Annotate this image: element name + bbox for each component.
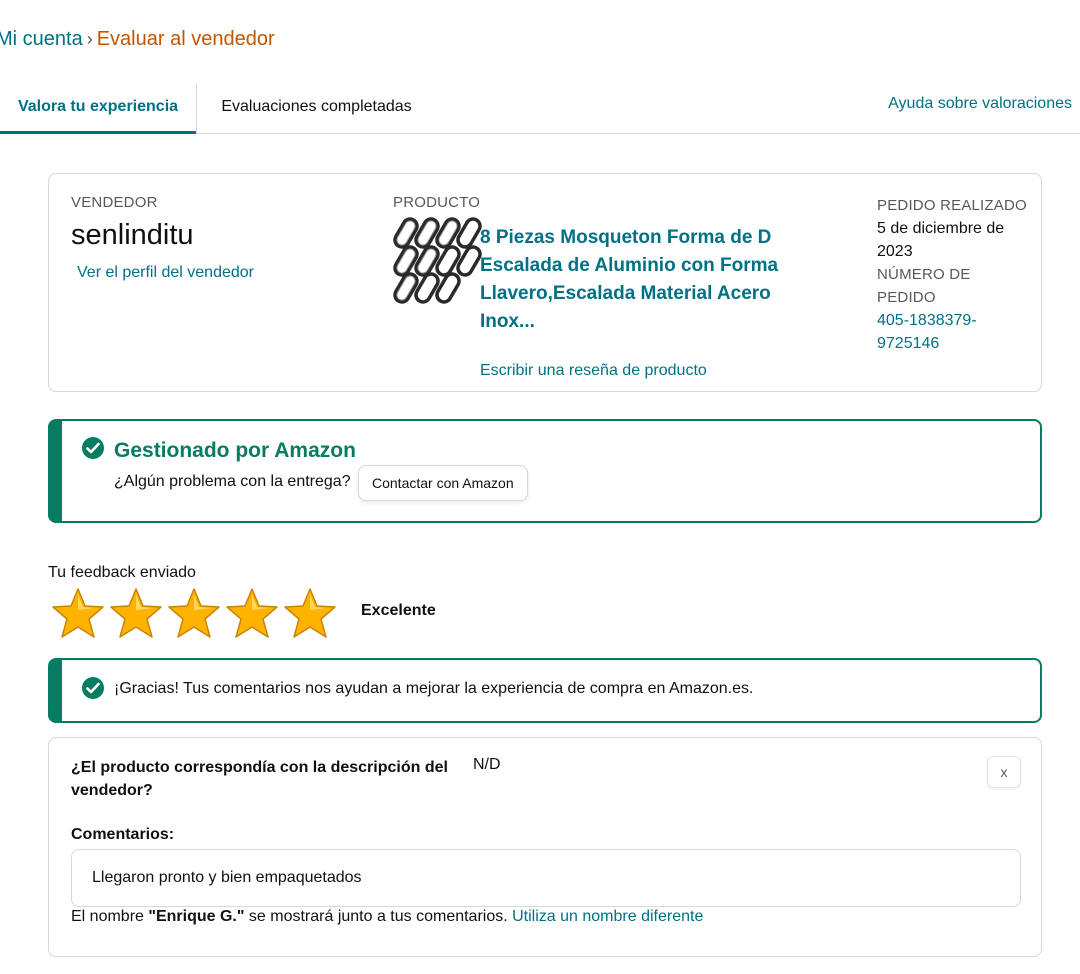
- name-note-prefix: El nombre: [71, 908, 149, 925]
- order-info-card: VENDEDOR senlinditu Ver el perfil del ve…: [48, 173, 1042, 392]
- product-title-link[interactable]: 8 Piezas Mosqueton Forma de D Escalada d…: [480, 224, 810, 336]
- feedback-sent-label: Tu feedback enviado: [48, 564, 196, 581]
- star-icon[interactable]: [282, 586, 338, 642]
- description-match-question: ¿El producto correspondía con la descrip…: [71, 759, 448, 799]
- fulfillment-title: Gestionado por Amazon: [114, 439, 356, 462]
- breadcrumb-separator: ›: [86, 29, 93, 49]
- description-match-answer: N/D: [473, 756, 501, 773]
- tab-bar: Valora tu experiencia Evaluaciones compl…: [0, 84, 1080, 134]
- comment-card: ¿El producto correspondía con la descrip…: [48, 737, 1042, 957]
- name-note-suffix: se mostrará junto a tus comentarios.: [244, 908, 513, 925]
- thanks-message: ¡Gracias! Tus comentarios nos ayudan a m…: [114, 680, 754, 697]
- check-circle-icon: [82, 677, 104, 699]
- seller-label: VENDEDOR: [71, 194, 158, 211]
- star-rating[interactable]: [50, 586, 350, 642]
- check-circle-icon: [82, 437, 104, 459]
- comments-field[interactable]: Llegaron pronto y bien empaquetados: [71, 849, 1021, 907]
- star-icon[interactable]: [50, 586, 106, 642]
- carabiner-image[interactable]: [393, 216, 485, 306]
- breadcrumb: Mi cuenta › Evaluar al vendedor: [0, 28, 275, 51]
- delivery-problem-question: ¿Algún problema con la entrega?: [114, 473, 351, 490]
- star-icon[interactable]: [166, 586, 222, 642]
- close-button[interactable]: x: [987, 756, 1021, 788]
- seller-name: senlinditu: [71, 219, 194, 251]
- star-icon[interactable]: [108, 586, 164, 642]
- tab-completed-reviews[interactable]: Evaluaciones completadas: [196, 84, 436, 134]
- order-placed-label: PEDIDO REALIZADO: [877, 197, 1027, 214]
- display-name-note: El nombre "Enrique G." se mostrará junto…: [71, 908, 703, 926]
- order-placed-date: 5 de diciembre de 2023: [877, 220, 1005, 260]
- tab-rate-experience[interactable]: Valora tu experiencia: [0, 84, 196, 134]
- seller-section: VENDEDOR senlinditu Ver el perfil del ve…: [71, 194, 254, 282]
- thanks-alert: ¡Gracias! Tus comentarios nos ayudan a m…: [48, 658, 1042, 723]
- product-section: PRODUCTO 8 Piezas Mosqueton Forma de D E…: [393, 194, 813, 379]
- fulfilled-by-amazon-alert: Gestionado por Amazon ¿Algún problema co…: [48, 419, 1042, 523]
- display-name: "Enrique G.": [148, 908, 245, 925]
- write-product-review-link[interactable]: Escribir una reseña de producto: [480, 362, 707, 380]
- breadcrumb-current-page: Evaluar al vendedor: [96, 28, 275, 50]
- ratings-help-link[interactable]: Ayuda sobre valoraciones: [888, 84, 1072, 124]
- product-label: PRODUCTO: [393, 194, 481, 211]
- order-section: PEDIDO REALIZADO 5 de diciembre de 2023 …: [877, 194, 1027, 355]
- comments-label: Comentarios:: [71, 826, 175, 843]
- order-number-link[interactable]: 405-1838379-9725146: [877, 309, 1027, 355]
- order-number-label: NÚMERO DE PEDIDO: [877, 266, 971, 306]
- seller-profile-link[interactable]: Ver el perfil del vendedor: [77, 264, 254, 282]
- use-different-name-link[interactable]: Utiliza un nombre diferente: [512, 908, 703, 925]
- breadcrumb-my-account-link[interactable]: Mi cuenta: [0, 28, 83, 50]
- rating-text: Excelente: [361, 602, 436, 619]
- star-icon[interactable]: [224, 586, 280, 642]
- contact-amazon-button[interactable]: Contactar con Amazon: [358, 465, 528, 501]
